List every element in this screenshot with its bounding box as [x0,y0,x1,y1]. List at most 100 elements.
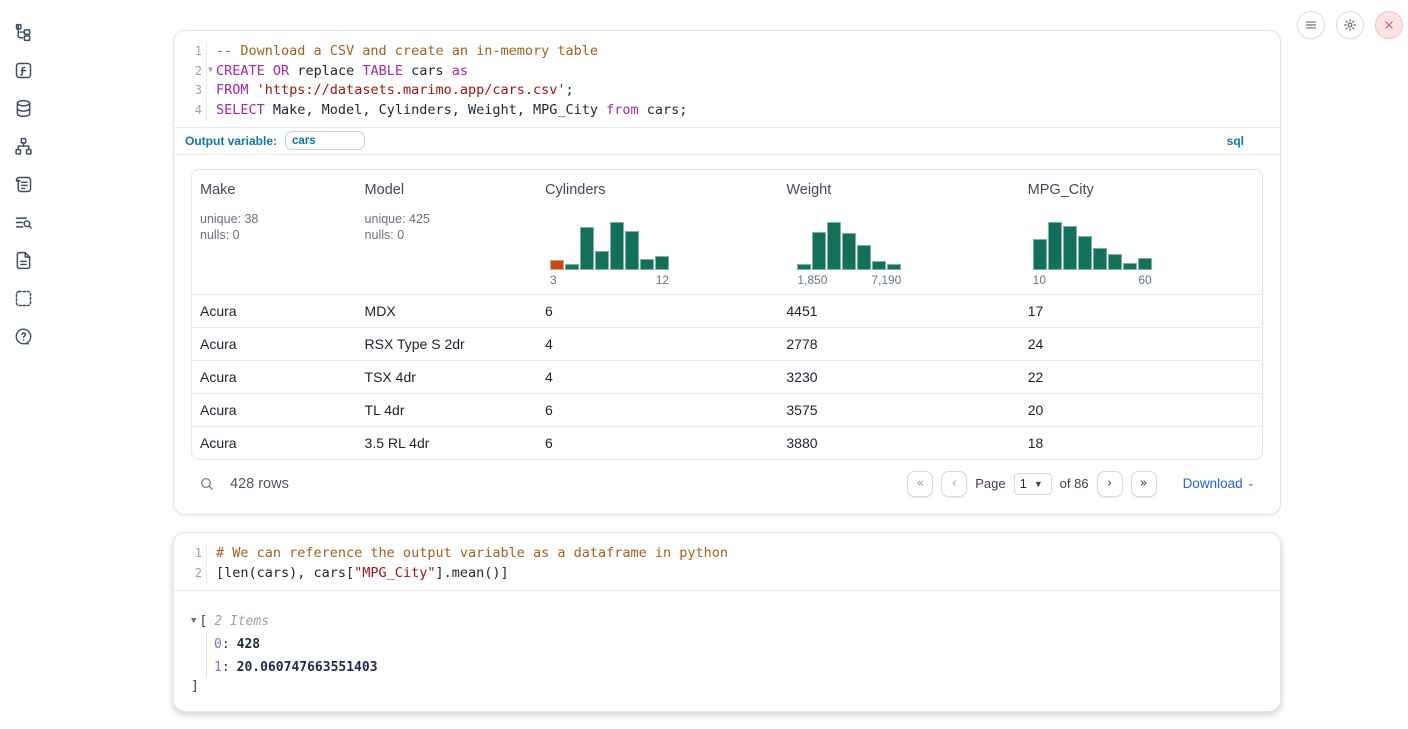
histogram-axis-labels: 1060 [1033,273,1152,287]
output-variable-input[interactable] [285,131,365,150]
tree-entry: 0:428 [214,633,1280,656]
table-cell: 3230 [778,369,1019,385]
python-cell: 1# We can reference the output variable … [173,532,1281,712]
table-cell: Acura [192,369,357,385]
download-button[interactable]: Download ⌄ [1183,476,1255,491]
table-row[interactable]: AcuraTL 4dr6357520 [192,393,1262,426]
table-cell: 6 [537,402,778,418]
page-total-label: of 86 [1060,476,1089,491]
histogram-bar [797,264,811,270]
search-icon[interactable] [199,475,217,493]
topbar [1297,11,1403,39]
code-line[interactable]: 2▼CREATE OR replace TABLE cars as [174,62,1280,82]
table-footer: 428 rows « ‹ Page 1 ▼ of 86 › » Download… [191,467,1263,501]
open-bracket: [ [199,614,207,629]
tree-root-row[interactable]: ▼ [ 2 Items [174,611,1280,631]
column-header-cylinders[interactable]: Cylinders312 [537,170,778,294]
items-count-label: 2 Items [214,614,269,629]
code-line[interactable]: 2[len(cars), cars["MPG_City"].mean()] [174,564,1280,584]
code-line[interactable]: 1# We can reference the output variable … [174,544,1280,564]
line-number: 4 [195,101,202,121]
column-summary: unique: 425nulls: 0 [365,211,530,244]
column-header-mpg_city[interactable]: MPG_City 1060 [1020,170,1262,294]
close-icon [1382,18,1396,32]
help-icon[interactable] [11,324,35,348]
histogram-bar [1093,248,1107,270]
chevron-down-icon: ⌄ [1247,478,1255,489]
tree-entry-colon: : [222,660,230,675]
histogram-bar [1108,254,1122,270]
histogram-bar [595,251,609,270]
table-cell: 4451 [778,303,1019,319]
outline-icon[interactable] [11,210,35,234]
rows-count: 428 rows [230,476,289,492]
shutdown-button[interactable] [1375,11,1403,39]
dependency-graph-icon[interactable] [11,134,35,158]
tree-entry-value: 428 [237,637,260,652]
code-line[interactable]: 4SELECT Make, Model, Cylinders, Weight, … [174,101,1280,121]
code-line[interactable]: 3FROM 'https://datasets.marimo.app/cars.… [174,81,1280,101]
documentation-icon[interactable] [11,248,35,272]
sql-code-editor[interactable]: 1-- Download a CSV and create an in-memo… [174,31,1280,121]
table-cell: Acura [192,435,357,451]
output-variable-label: Output variable: [185,134,277,148]
histogram-bar [1033,239,1047,270]
table-row[interactable]: AcuraTSX 4dr4323022 [192,360,1262,393]
table-row[interactable]: AcuraMDX6445117 [192,294,1262,327]
list-output-tree: ▼ [ 2 Items 0:4281:20.060747663551403 ] [174,591,1280,699]
code-text: -- Download a CSV and create an in-memor… [207,42,598,62]
histogram-bar [1048,222,1062,270]
column-header-weight[interactable]: Weight1,8507,190 [778,170,1019,294]
snippets-icon[interactable] [11,286,35,310]
fold-chevron-icon[interactable]: ▼ [208,66,213,74]
histogram-bar [550,260,564,270]
table-row[interactable]: Acura3.5 RL 4dr6388018 [192,426,1262,459]
line-number-gutter: 2▼ [174,62,207,82]
prev-page-button[interactable]: ‹ [941,471,967,497]
tree-entry-value: 20.060747663551403 [237,660,378,675]
line-number-gutter: 1 [174,544,207,564]
datasources-icon[interactable] [11,96,35,120]
gear-icon [1343,18,1357,32]
chevron-down-icon: ▼ [1034,479,1043,489]
table-cell: 24 [1020,336,1262,352]
menu-button[interactable] [1297,11,1325,39]
code-line[interactable]: 1-- Download a CSV and create an in-memo… [174,42,1280,62]
column-name: Model [365,182,530,198]
last-page-button[interactable]: » [1131,471,1157,497]
logs-icon[interactable] [11,172,35,196]
column-header-make[interactable]: Makeunique: 38nulls: 0 [192,170,357,294]
tree-entry-key: 1 [214,660,222,675]
chevron-down-icon[interactable]: ▼ [191,616,196,626]
histogram-bar [827,222,841,270]
column-summary: unique: 38nulls: 0 [200,211,349,244]
marimo-notebook: 1-- Download a CSV and create an in-memo… [0,0,1408,729]
page-select[interactable]: 1 ▼ [1014,473,1052,495]
line-number: 2 [195,62,202,82]
table-cell: RSX Type S 2dr [357,336,538,352]
line-number: 1 [195,42,202,62]
histogram-bar [1063,226,1077,270]
first-page-button[interactable]: « [907,471,933,497]
table-row[interactable]: AcuraRSX Type S 2dr4277824 [192,327,1262,360]
file-explorer-icon[interactable] [11,20,35,44]
python-code-editor[interactable]: 1# We can reference the output variable … [174,533,1280,583]
column-header-model[interactable]: Model unique: 425nulls: 0 [357,170,538,294]
sidebar [8,20,38,348]
histogram-bar [580,227,594,270]
next-page-button[interactable]: › [1097,471,1123,497]
column-name: Weight [786,182,1011,198]
tree-entry-key: 0 [214,637,222,652]
table-cell: Acura [192,303,357,319]
hamburger-icon [1304,18,1318,32]
table-cell: MDX [357,303,538,319]
table-cell: 4 [537,336,778,352]
table-cell: 4 [537,369,778,385]
settings-button[interactable] [1336,11,1364,39]
histogram-bar [625,231,639,270]
table-cell: 6 [537,435,778,451]
variables-icon[interactable] [11,58,35,82]
table-cell: Acura [192,402,357,418]
column-name: MPG_City [1028,182,1254,198]
language-badge[interactable]: sql [1227,134,1244,148]
